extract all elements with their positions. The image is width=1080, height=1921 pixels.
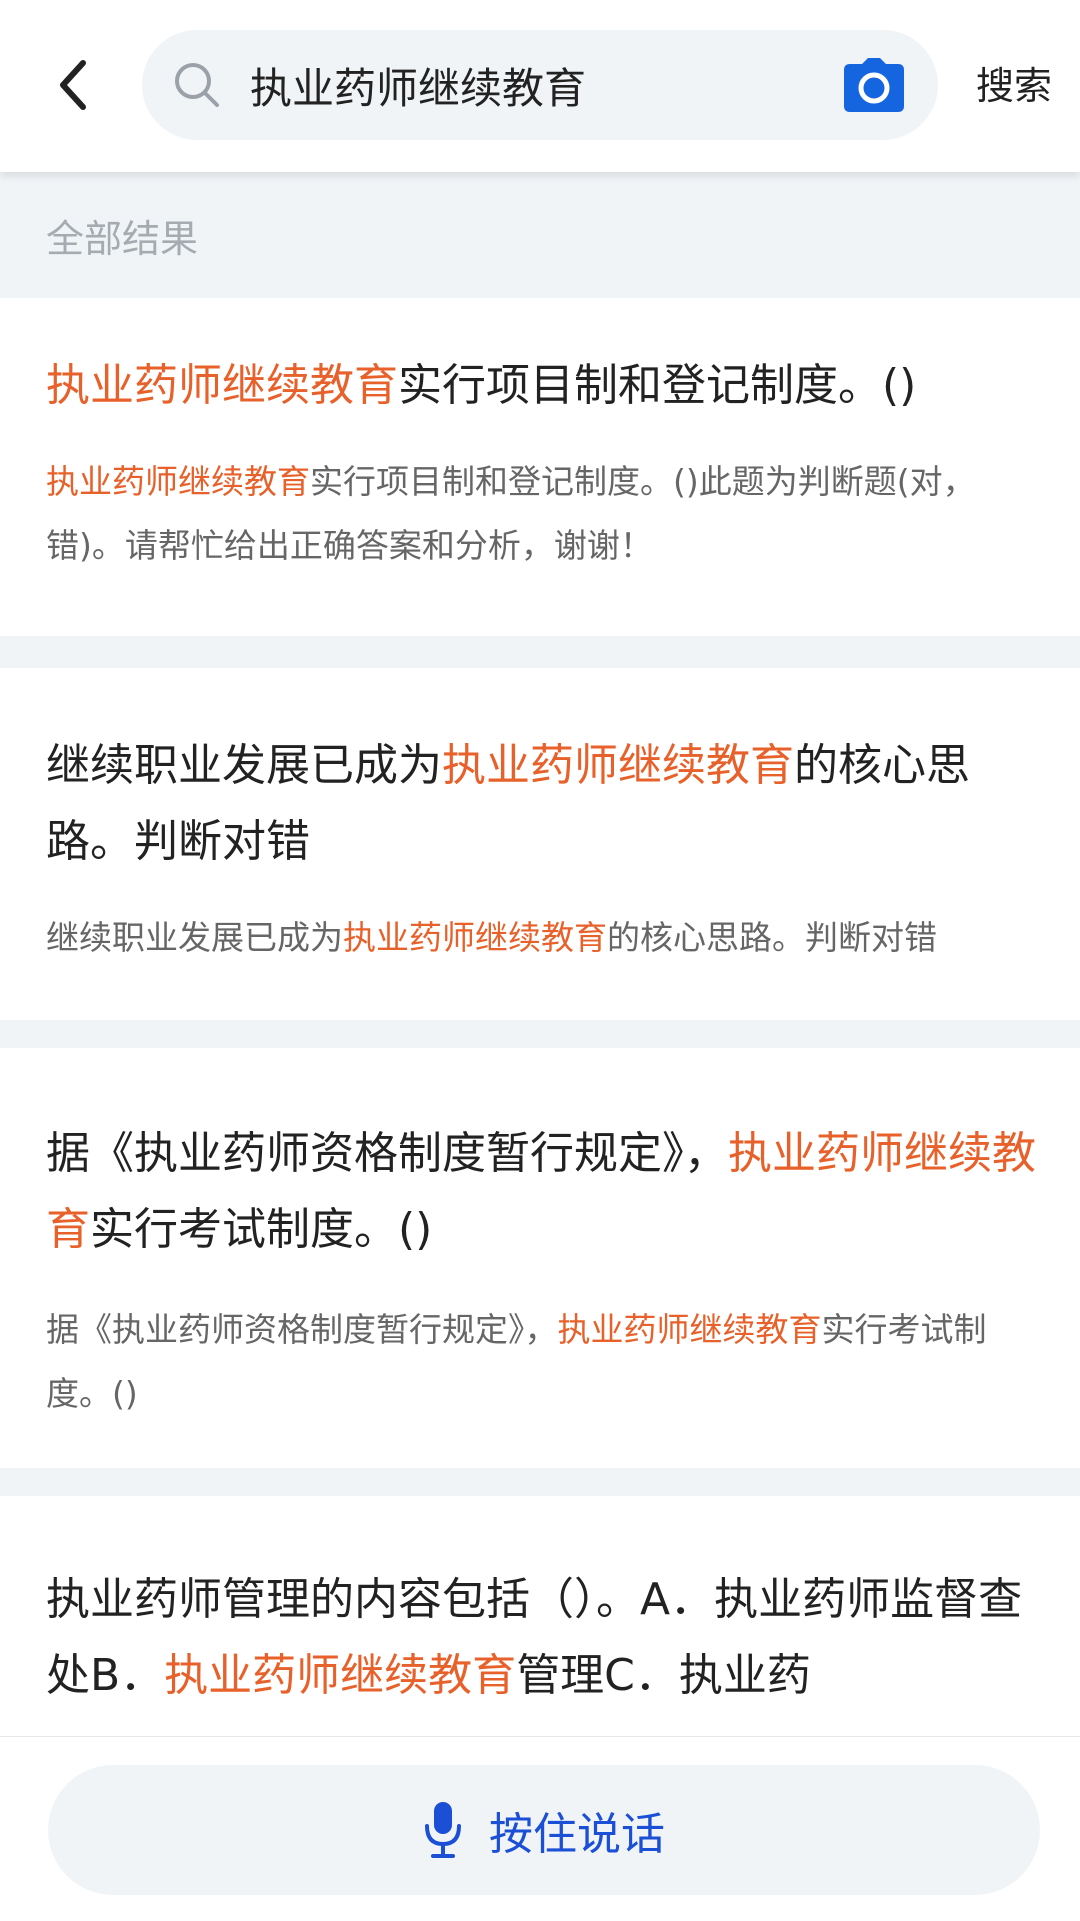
result-description: 继续职业发展已成为执业药师继续教育的核心思路。判断对错: [46, 918, 937, 957]
back-button[interactable]: [40, 50, 106, 120]
result-title: 继续职业发展已成为执业药师继续教育的核心思路。判断对错: [46, 740, 970, 867]
chevron-left-icon: [60, 60, 86, 110]
hold-to-talk-label: 按住说话: [489, 1809, 665, 1860]
result-card[interactable]: 执业药师继续教育实行项目制和登记制度。() 执业药师继续教育实行项目制和登记制度…: [0, 298, 1080, 636]
result-card[interactable]: 据《执业药师资格制度暂行规定》，执业药师继续教育实行考试制度。() 据《执业药师…: [0, 1048, 1080, 1468]
result-card[interactable]: 执业药师管理的内容包括（）。A．执业药师监督查处B．执业药师继续教育管理C．执业…: [0, 1496, 1080, 1736]
microphone-icon: [425, 1802, 461, 1858]
camera-icon[interactable]: [842, 56, 906, 114]
search-input[interactable]: [250, 48, 810, 122]
search-icon: [175, 63, 219, 107]
search-button[interactable]: 搜索: [976, 56, 1066, 116]
search-box[interactable]: [142, 30, 938, 140]
result-title: 执业药师继续教育实行项目制和登记制度。(): [46, 360, 917, 411]
result-description: 据《执业药师资格制度暂行规定》，执业药师继续教育实行考试制度。(): [46, 1310, 987, 1413]
bottom-voice-bar: 按住说话: [0, 1736, 1080, 1921]
result-description: 执业药师继续教育实行项目制和登记制度。()此题为判断题(对，错)。请帮忙给出正确…: [46, 462, 976, 565]
result-title: 执业药师管理的内容包括（）。A．执业药师监督查处B．执业药师继续教育管理C．执业…: [46, 1574, 1023, 1701]
result-title: 据《执业药师资格制度暂行规定》，执业药师继续教育实行考试制度。(): [46, 1128, 1036, 1255]
hold-to-talk-button[interactable]: 按住说话: [48, 1765, 1040, 1895]
search-header: 搜索: [0, 0, 1080, 172]
result-card[interactable]: 继续职业发展已成为执业药师继续教育的核心思路。判断对错 继续职业发展已成为执业药…: [0, 668, 1080, 1020]
section-label-all-results: 全部结果: [46, 217, 199, 261]
